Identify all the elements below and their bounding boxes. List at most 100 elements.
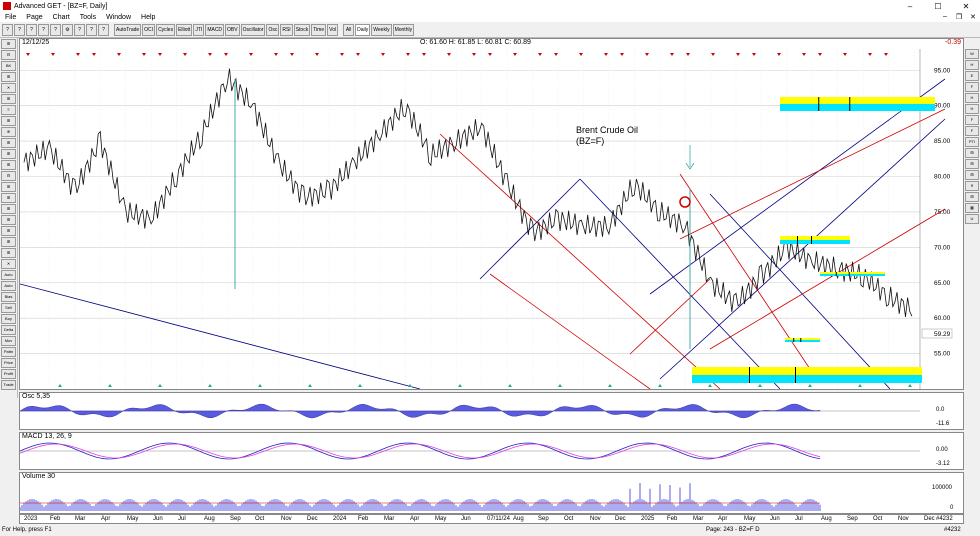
- doc-minimize-button[interactable]: –: [938, 13, 952, 21]
- left-tool-21[interactable]: Auto: [1, 270, 16, 280]
- toolbar-button-8[interactable]: ?: [98, 23, 109, 36]
- left-tool-30[interactable]: Profit: [1, 369, 16, 379]
- cycle-marker-bottom: [258, 384, 262, 387]
- left-tool-11[interactable]: ⊞: [1, 160, 16, 170]
- toolbar-button-2[interactable]: ?: [26, 23, 37, 36]
- toolbar-button-22[interactable]: All: [343, 23, 355, 36]
- right-tool-4[interactable]: H: [965, 93, 979, 103]
- toolbar-button-19[interactable]: Stock: [293, 23, 311, 36]
- right-tool-8[interactable]: PTI: [965, 137, 979, 147]
- left-tool-18[interactable]: ⊞: [1, 237, 16, 247]
- toolbar-button-1[interactable]: ?: [14, 23, 25, 36]
- toolbar-button-23[interactable]: Daily: [355, 23, 371, 36]
- right-tool-11[interactable]: ⊞: [965, 170, 979, 180]
- menu-tools[interactable]: Tools: [75, 14, 101, 21]
- left-tool-20[interactable]: ✕: [1, 259, 16, 269]
- toolbar-button-25[interactable]: Monthly: [392, 23, 415, 36]
- menu-window[interactable]: Window: [101, 14, 136, 21]
- doc-close-button[interactable]: ✕: [966, 13, 980, 21]
- left-tool-19[interactable]: ⊞: [1, 248, 16, 258]
- left-tool-17[interactable]: ⊞: [1, 226, 16, 236]
- macd-panel[interactable]: MACD 13, 26, 9 0.00 -3.12: [19, 432, 964, 470]
- left-tool-16[interactable]: ⊞: [1, 215, 16, 225]
- toolbar-button-9[interactable]: AutoTrade: [114, 23, 142, 36]
- left-tool-1[interactable]: ⊟: [1, 50, 16, 60]
- time-axis-label: 2025: [641, 516, 655, 522]
- toolbar-button-10[interactable]: OCI: [142, 23, 156, 36]
- left-tool-2[interactable]: BK: [1, 61, 16, 71]
- toolbar-button-3[interactable]: ?: [38, 23, 49, 36]
- toolbar-button-0[interactable]: ?: [2, 23, 13, 36]
- right-tool-9[interactable]: ⊞: [965, 148, 979, 158]
- left-tool-9[interactable]: ⊞: [1, 138, 16, 148]
- right-tool-1[interactable]: H: [965, 60, 979, 70]
- toolbar-button-6[interactable]: ?: [74, 23, 85, 36]
- right-tool-12[interactable]: ✕: [965, 181, 979, 191]
- left-tool-13[interactable]: ⊞: [1, 182, 16, 192]
- menu-page[interactable]: Page: [21, 14, 47, 21]
- right-tool-2[interactable]: E: [965, 71, 979, 81]
- left-tool-24[interactable]: Sell: [1, 303, 16, 313]
- y-tick-label: 55.00: [934, 351, 951, 358]
- toolbar-button-7[interactable]: ?: [86, 23, 97, 36]
- price-chart[interactable]: 12/12/25 O: 61.60 H: 61.85 L: 60.81 C: 6…: [19, 38, 964, 390]
- left-tool-3[interactable]: ⊞: [1, 72, 16, 82]
- right-tool-15[interactable]: U: [965, 214, 979, 224]
- right-tool-0[interactable]: W: [965, 49, 979, 59]
- left-tool-8[interactable]: ⊕: [1, 127, 16, 137]
- right-tool-3[interactable]: F: [965, 82, 979, 92]
- toolbar-button-5[interactable]: ⚙: [62, 23, 73, 36]
- left-tool-12[interactable]: ⊟: [1, 171, 16, 181]
- toolbar-button-20[interactable]: Time: [311, 23, 327, 36]
- cycle-marker: [158, 53, 162, 56]
- toolbar-button-18[interactable]: RSI: [280, 23, 293, 36]
- toolbar-button-24[interactable]: Weekly: [371, 23, 392, 36]
- volume-high-label: 100000: [932, 485, 953, 491]
- close-button[interactable]: ✕: [952, 2, 980, 11]
- toolbar-button-12[interactable]: Elliott: [176, 23, 193, 36]
- toolbar-button-14[interactable]: MACD: [205, 23, 225, 36]
- left-tool-28[interactable]: Pattn: [1, 347, 16, 357]
- left-tool-25[interactable]: Buy: [1, 314, 16, 324]
- time-axis-label: Mar: [384, 516, 395, 522]
- left-tool-6[interactable]: ≡: [1, 105, 16, 115]
- toolbar-button-4[interactable]: ?: [50, 23, 61, 36]
- minimize-button[interactable]: –: [896, 2, 924, 11]
- toolbar-button-15[interactable]: OBV: [225, 23, 240, 36]
- maximize-button[interactable]: ☐: [924, 2, 952, 11]
- toolbar-button-21[interactable]: Vol: [327, 23, 339, 36]
- right-tool-14[interactable]: ▦: [965, 203, 979, 213]
- left-tool-22[interactable]: Auto: [1, 281, 16, 291]
- toolbar-button-13[interactable]: JTI: [193, 23, 205, 36]
- y-tick-label: 60.00: [934, 315, 951, 322]
- right-tool-13[interactable]: ⊞: [965, 192, 979, 202]
- oscillator-panel[interactable]: Osc 5,35 0.0 -11.6: [19, 392, 964, 430]
- left-tool-31[interactable]: Trade: [1, 380, 16, 390]
- left-tool-15[interactable]: ⊞: [1, 204, 16, 214]
- right-tool-6[interactable]: F: [965, 115, 979, 125]
- left-tool-4[interactable]: ✕: [1, 83, 16, 93]
- cycle-marker-bottom: [508, 384, 512, 387]
- left-tool-27[interactable]: Mov: [1, 336, 16, 346]
- left-tool-26[interactable]: Delta: [1, 325, 16, 335]
- left-tool-10[interactable]: ⊞: [1, 149, 16, 159]
- right-tool-7[interactable]: F: [965, 126, 979, 136]
- left-tool-5[interactable]: ⊞: [1, 94, 16, 104]
- menu-chart[interactable]: Chart: [48, 14, 75, 21]
- left-tool-0[interactable]: ⊞: [1, 39, 16, 49]
- menu-help[interactable]: Help: [136, 14, 160, 21]
- doc-restore-button[interactable]: ❐: [952, 13, 966, 21]
- left-tool-14[interactable]: ⊞: [1, 193, 16, 203]
- volume-panel[interactable]: Volume 30 100000 0: [19, 472, 964, 514]
- menu-file[interactable]: File: [0, 14, 21, 21]
- cycle-marker: [422, 53, 426, 56]
- left-tool-29[interactable]: Price: [1, 358, 16, 368]
- left-tool-7[interactable]: ⊞: [1, 116, 16, 126]
- toolbar-button-17[interactable]: Osc: [266, 23, 280, 36]
- left-tool-23[interactable]: Bias: [1, 292, 16, 302]
- toolbar-button-16[interactable]: Oscillator: [240, 23, 266, 36]
- right-tool-10[interactable]: ⊞: [965, 159, 979, 169]
- projection-box-mid: [780, 240, 850, 244]
- toolbar-button-11[interactable]: Cycles: [156, 23, 176, 36]
- right-tool-5[interactable]: H: [965, 104, 979, 114]
